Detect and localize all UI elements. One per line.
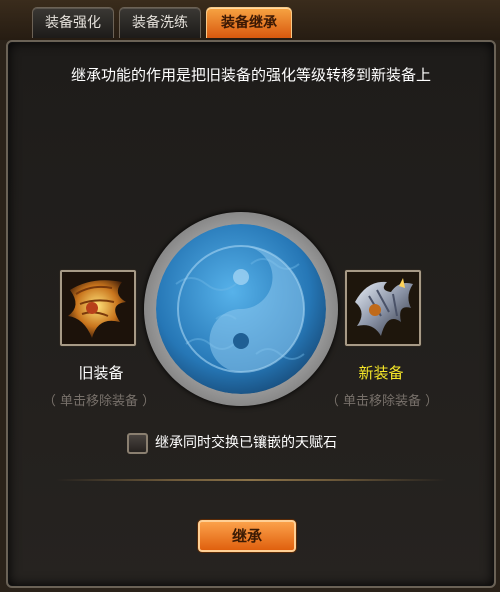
- description-text: 继承功能的作用是把旧装备的强化等级转移到新装备上: [70, 66, 431, 84]
- tab-equipment-enhance[interactable]: 装备强化: [32, 7, 114, 38]
- new-equipment-remove-hint: （ 单击移除装备 ）: [325, 394, 439, 409]
- old-equipment-slot[interactable]: [60, 270, 136, 346]
- old-equipment-remove-hint: （ 单击移除装备 ）: [42, 394, 156, 409]
- winged-helmet-icon: [347, 272, 419, 344]
- divider: [56, 479, 446, 481]
- inherit-button[interactable]: 继承: [198, 520, 296, 552]
- new-equipment-label: 新装备: [358, 364, 404, 382]
- tab-bar: 装备强化 装备洗练 装备继承: [0, 0, 500, 40]
- new-equipment-slot[interactable]: [345, 270, 421, 346]
- old-equipment-label: 旧装备: [78, 364, 124, 382]
- winged-armor-icon: [62, 272, 134, 344]
- tab-equipment-refine[interactable]: 装备洗练: [119, 7, 201, 38]
- yin-yang-icon: [156, 224, 326, 394]
- inherit-panel: 继承功能的作用是把旧装备的强化等级转移到新装备上 旧装备 （ 单击移除装备 ）: [6, 40, 496, 588]
- tab-equipment-inherit[interactable]: 装备继承: [206, 7, 292, 38]
- swap-gems-label: 继承同时交换已镶嵌的天赋石: [155, 435, 337, 451]
- inherit-orb: [144, 212, 338, 406]
- swap-gems-checkbox[interactable]: [127, 433, 148, 454]
